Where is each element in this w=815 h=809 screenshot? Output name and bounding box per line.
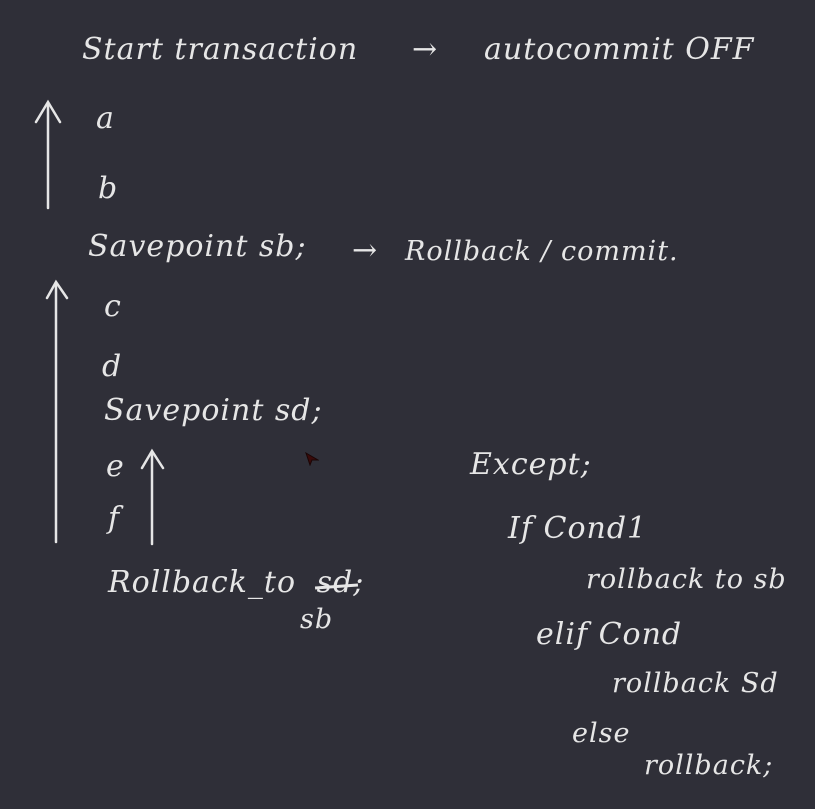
item-f: f (108, 501, 121, 536)
else-label: else (572, 718, 631, 749)
elif-cond-text: elif Cond (536, 617, 683, 652)
rollback-to-text: Rollback_to (108, 565, 297, 600)
autocommit-note: autocommit OFF (484, 32, 755, 67)
if-action-text: rollback to sb (586, 564, 787, 595)
up-arrow-long-icon (45, 279, 69, 544)
if-cond-text: If Cond1 (508, 511, 648, 546)
except-label: Except; (470, 447, 592, 482)
elif-action-text: rollback Sd (612, 668, 779, 699)
item-b: b (98, 171, 119, 206)
item-d: d (102, 349, 123, 384)
correction-sb-text: sb (300, 604, 334, 635)
arrow-right-icon-2: → (352, 233, 379, 268)
else-action-text: rollback; (644, 750, 774, 781)
up-arrow-small-icon (140, 448, 165, 546)
item-c: c (104, 289, 122, 324)
whiteboard: Start transaction → autocommit OFF a b S… (0, 0, 815, 809)
rollback-semicolon: ; (353, 565, 365, 600)
savepoint-sd-text: Savepoint sd; (104, 393, 323, 428)
savepoint-sb-text: Savepoint sb; (88, 229, 307, 264)
up-arrow-icon (34, 99, 62, 210)
rollback-commit-note: Rollback / commit. (405, 236, 679, 267)
item-a: a (96, 101, 115, 136)
item-e: e (106, 449, 125, 484)
mouse-cursor-icon (305, 452, 319, 466)
arrow-right-icon: → (412, 32, 439, 67)
rollback-to-line: Rollback_to sd; (108, 568, 364, 598)
struck-sd-text: sd (316, 565, 354, 600)
start-transaction-text: Start transaction (82, 32, 359, 67)
